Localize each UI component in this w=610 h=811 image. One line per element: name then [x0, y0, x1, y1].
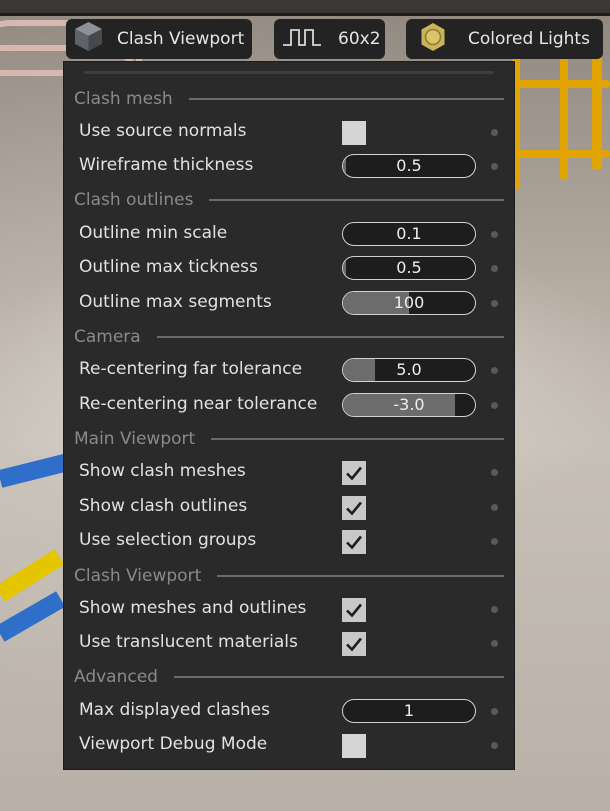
square-wave-icon [282, 27, 338, 52]
setting-label: Use source normals [79, 121, 247, 141]
field-value: 1 [403, 701, 415, 720]
window-frame [0, 0, 610, 16]
section-clash-outlines: Clash outlines [74, 189, 504, 211]
checkmark-icon [346, 637, 363, 652]
resolution-button[interactable]: 60x2 [274, 19, 385, 59]
setting-outline-max-segments: Outline max segments 100 [64, 288, 514, 318]
outline-min-scale-field[interactable]: 0.1 [342, 222, 476, 246]
setting-label: Outline max tickness [79, 257, 258, 277]
section-title: Clash outlines [74, 190, 194, 210]
setting-outline-max-tickness: Outline max tickness 0.5 [64, 253, 514, 283]
setting-label: Wireframe thickness [79, 155, 254, 175]
section-clash-viewport: Clash Viewport [74, 565, 504, 587]
section-divider [173, 676, 504, 678]
setting-recentering-far-tolerance: Re-centering far tolerance 5.0 [64, 355, 514, 385]
setting-label: Show meshes and outlines [79, 598, 307, 618]
show-meshes-and-outlines-checkbox[interactable] [342, 598, 366, 622]
reset-dot-icon[interactable] [491, 708, 498, 715]
setting-label: Outline min scale [79, 223, 228, 243]
wireframe-thickness-slider[interactable]: 0.5 [342, 154, 476, 178]
reset-dot-icon[interactable] [491, 129, 498, 136]
section-divider [156, 336, 504, 338]
clash-viewport-label: Clash Viewport [117, 29, 245, 49]
setting-label: Use translucent materials [79, 632, 298, 652]
setting-recentering-near-tolerance: Re-centering near tolerance -3.0 [64, 390, 514, 420]
max-displayed-clashes-field[interactable]: 1 [342, 699, 476, 723]
reset-dot-icon[interactable] [491, 367, 498, 374]
setting-viewport-debug-mode: Viewport Debug Mode [64, 730, 514, 760]
setting-wireframe-thickness: Wireframe thickness 0.5 [64, 151, 514, 181]
setting-show-meshes-and-outlines: Show meshes and outlines [64, 594, 514, 624]
colored-lights-button[interactable]: Colored Lights [406, 19, 603, 59]
checkmark-icon [346, 603, 363, 618]
field-value: 0.1 [396, 224, 422, 243]
slider-value: 0.5 [396, 258, 422, 277]
clash-viewport-button[interactable]: Clash Viewport [66, 19, 252, 59]
slider-value: 0.5 [396, 156, 422, 175]
reset-dot-icon[interactable] [491, 504, 498, 511]
reset-dot-icon[interactable] [491, 469, 498, 476]
use-selection-groups-checkbox[interactable] [342, 530, 366, 554]
use-translucent-materials-checkbox[interactable] [342, 632, 366, 656]
setting-use-translucent-materials: Use translucent materials [64, 628, 514, 658]
section-camera: Camera [74, 326, 504, 348]
setting-show-clash-outlines: Show clash outlines [64, 492, 514, 522]
light-bulb-icon [418, 22, 468, 57]
checkmark-icon [346, 501, 363, 516]
section-title: Camera [74, 327, 141, 347]
section-title: Advanced [74, 667, 158, 687]
section-advanced: Advanced [74, 666, 504, 688]
section-divider [217, 575, 504, 577]
setting-use-selection-groups: Use selection groups [64, 526, 514, 556]
setting-label: Re-centering far tolerance [79, 359, 303, 379]
reset-dot-icon[interactable] [491, 300, 498, 307]
reset-dot-icon[interactable] [491, 402, 498, 409]
setting-show-clash-meshes: Show clash meshes [64, 457, 514, 487]
setting-label: Show clash outlines [79, 496, 248, 516]
use-source-normals-checkbox[interactable] [342, 121, 366, 145]
panel-drag-handle[interactable] [84, 71, 494, 74]
show-clash-outlines-checkbox[interactable] [342, 496, 366, 520]
setting-label: Re-centering near tolerance [79, 394, 318, 414]
clash-settings-panel: Clash mesh Use source normals Wireframe … [64, 62, 514, 769]
viewport-debug-mode-checkbox[interactable] [342, 734, 366, 758]
section-divider [188, 98, 504, 100]
reset-dot-icon[interactable] [491, 538, 498, 545]
viewport-toolbar: Clash Viewport 60x2 Colored Lights [0, 19, 610, 59]
reset-dot-icon[interactable] [491, 163, 498, 170]
outline-max-segments-slider[interactable]: 100 [342, 291, 476, 315]
section-title: Main Viewport [74, 429, 196, 449]
setting-label: Viewport Debug Mode [79, 734, 268, 754]
slider-value: -3.0 [393, 395, 425, 414]
reset-dot-icon[interactable] [491, 742, 498, 749]
reset-dot-icon[interactable] [491, 231, 498, 238]
slider-value: 100 [393, 293, 425, 312]
slider-value: 5.0 [396, 360, 422, 379]
section-divider [209, 199, 504, 201]
setting-label: Use selection groups [79, 530, 257, 550]
checkmark-icon [346, 535, 363, 550]
resolution-label: 60x2 [338, 29, 381, 49]
show-clash-meshes-checkbox[interactable] [342, 461, 366, 485]
section-divider [211, 438, 504, 440]
section-main-viewport: Main Viewport [74, 428, 504, 450]
outline-max-tickness-slider[interactable]: 0.5 [342, 256, 476, 280]
section-clash-mesh: Clash mesh [74, 88, 504, 110]
setting-label: Show clash meshes [79, 461, 246, 481]
section-title: Clash mesh [74, 89, 173, 109]
setting-label: Outline max segments [79, 292, 272, 312]
setting-max-displayed-clashes: Max displayed clashes 1 [64, 696, 514, 726]
cube-icon [72, 20, 117, 58]
reset-dot-icon[interactable] [491, 640, 498, 647]
setting-outline-min-scale: Outline min scale 0.1 [64, 219, 514, 249]
colored-lights-label: Colored Lights [468, 29, 590, 49]
recentering-far-tolerance-slider[interactable]: 5.0 [342, 358, 476, 382]
setting-label: Max displayed clashes [79, 700, 271, 720]
section-title: Clash Viewport [74, 566, 202, 586]
recentering-near-tolerance-slider[interactable]: -3.0 [342, 393, 476, 417]
reset-dot-icon[interactable] [491, 265, 498, 272]
reset-dot-icon[interactable] [491, 606, 498, 613]
checkmark-icon [346, 466, 363, 481]
setting-use-source-normals: Use source normals [64, 117, 514, 147]
